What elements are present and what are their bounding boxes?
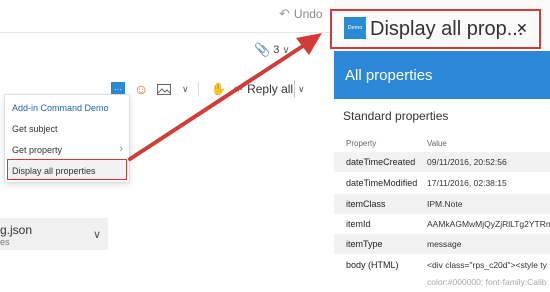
addin-command-menu: Add-in Command Demo Get subject Get prop… <box>4 94 130 183</box>
image-icon[interactable] <box>156 80 172 98</box>
pane-banner: All properties <box>334 51 550 99</box>
undo-icon: ↶ <box>279 6 290 21</box>
toolbar-separator <box>294 80 295 98</box>
section-title: Standard properties <box>343 109 449 123</box>
property-value-overflow: color:#000000; font-family:Calib <box>427 277 547 287</box>
addin-icon: ··· <box>114 84 122 94</box>
property-value: IPM.Note <box>427 199 463 209</box>
property-name: dateTimeModified <box>346 178 418 188</box>
addin-task-pane: Demo Display all prop... ✕ All propertie… <box>330 0 550 287</box>
column-header-property: Property <box>346 139 377 148</box>
menu-item-get-property[interactable]: Get property <box>12 145 62 155</box>
menu-item-display-all-properties[interactable]: Display all properties <box>12 166 96 176</box>
chevron-down-icon[interactable]: ∨ <box>182 80 189 98</box>
column-header-value: Value <box>427 139 447 148</box>
property-name: dateTimeCreated <box>346 157 416 167</box>
emoji-icon[interactable]: ☺ <box>134 80 148 98</box>
attachments-button[interactable]: 📎 3 ∨ <box>254 42 290 58</box>
chevron-down-icon[interactable]: ∨ <box>93 228 101 241</box>
undo-label: Undo <box>293 7 323 21</box>
table-row: itemClass IPM.Note <box>334 194 550 214</box>
undo-button[interactable]: ↶ Undo <box>279 6 323 22</box>
table-row: body (HTML) <div class="rps_c20d"><style… <box>334 255 550 275</box>
table-row: dateTimeCreated 09/11/2016, 20:52:56 <box>334 152 550 172</box>
property-name: body (HTML) <box>346 260 399 270</box>
property-value: AAMkAGMwMjQyZjRlLTg2YTRm <box>427 219 550 229</box>
paperclip-icon: 📎 <box>254 42 271 57</box>
property-value: message <box>427 239 462 249</box>
property-value: 17/11/2016, 02:38:15 <box>427 178 507 188</box>
hand-icon[interactable]: ✋ <box>211 80 226 98</box>
table-row: dateTimeModified 17/11/2016, 02:38:15 <box>334 173 550 193</box>
attachment-name: g.json <box>0 223 33 237</box>
reply-all-icon: ↞ <box>233 82 244 96</box>
property-value: <div class="rps_c20d"><style ty <box>427 260 547 270</box>
property-value: 09/11/2016, 20:52:56 <box>427 157 507 167</box>
menu-item-get-subject[interactable]: Get subject <box>12 124 58 134</box>
property-name: itemType <box>346 239 383 249</box>
chevron-down-icon: ∨ <box>282 44 290 56</box>
message-toolbar: ··· ☺ ∨ ✋ ↞ Reply all ∨ <box>108 80 334 98</box>
message-reading-area: ↶ Undo 📎 3 ∨ ··· ☺ ∨ ✋ ↞ Reply all ∨ Add… <box>0 0 334 284</box>
reply-all-label: Reply all <box>247 82 294 96</box>
properties-table: dateTimeCreated 09/11/2016, 20:52:56 dat… <box>334 152 550 292</box>
command-bar-divider <box>0 32 334 33</box>
highlight-box <box>330 9 541 49</box>
table-row: itemId AAMkAGMwMjQyZjRlLTg2YTRm <box>334 214 550 234</box>
property-name: itemId <box>346 219 371 229</box>
toolbar-separator <box>198 82 199 96</box>
banner-title: All properties <box>345 67 433 84</box>
table-row: itemType message <box>334 234 550 254</box>
chevron-down-icon[interactable]: ∨ <box>298 80 305 98</box>
attachment-count: 3 <box>273 44 280 56</box>
chevron-right-icon: › <box>119 143 123 155</box>
property-name: itemClass <box>346 199 386 209</box>
pane-header: Demo Display all prop... ✕ <box>330 0 550 52</box>
reply-all-button[interactable]: ↞ Reply all <box>233 80 293 98</box>
attachment-subtext: es <box>0 237 10 247</box>
menu-header: Add-in Command Demo <box>12 103 109 113</box>
